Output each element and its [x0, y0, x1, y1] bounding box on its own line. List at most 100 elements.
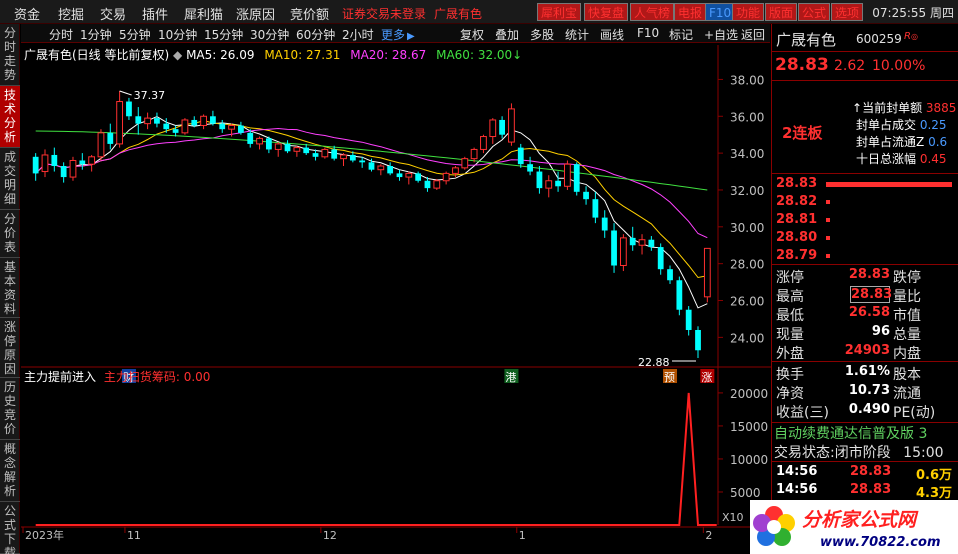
menu-item-limitup-reason[interactable]: 涨原因 [236, 4, 275, 23]
tab-limitup-reason[interactable]: 涨停原因 [0, 318, 20, 378]
draw-button[interactable]: 画线 [600, 26, 624, 43]
stat-label: 外盘 [776, 346, 804, 362]
ma60-value: 32.00 [477, 48, 513, 62]
more-periods[interactable]: 更多 ▶ [381, 26, 415, 43]
period-60min[interactable]: 60分钟 [296, 26, 335, 43]
candle-body [181, 119, 189, 134]
candle-body [340, 154, 347, 160]
bid-volume-bar [826, 218, 830, 222]
candle-body [396, 173, 403, 178]
xilibao-button[interactable]: 犀利宝 [537, 3, 582, 21]
menu-item-trade[interactable]: 交易 [100, 4, 126, 23]
stat-value: 0.490 [848, 402, 890, 417]
candle-body [116, 101, 124, 145]
period-5min[interactable]: 5分钟 [119, 26, 151, 43]
function-button[interactable]: 功能 [732, 3, 765, 21]
telegraph-button[interactable]: 电报 [674, 3, 707, 21]
quick-review-button[interactable]: 快复盘 [584, 3, 629, 21]
bid-price: 28.80 [776, 230, 818, 245]
collapse-icon[interactable]: ◆ [173, 48, 182, 62]
orderbook-row[interactable]: 28.81 [776, 212, 958, 231]
period-10min[interactable]: 10分钟 [158, 26, 197, 43]
stat-label: 净资 [776, 386, 804, 402]
layout-button[interactable]: 版面 [765, 3, 798, 21]
back-button[interactable]: 返回 [741, 26, 765, 43]
login-notice[interactable]: 证券交易未登录 [342, 5, 426, 22]
stat-row: 最低 26.58 市值 [776, 305, 958, 324]
bid-volume-bar [826, 200, 830, 204]
bid-volume-bar [826, 254, 830, 258]
candle-body [368, 162, 375, 170]
stat-label-2: 市值 [893, 308, 921, 324]
tab-intraday[interactable]: 分时走势 [0, 24, 20, 86]
candle-body [154, 118, 160, 124]
period-2hour[interactable]: 2小时 [342, 26, 374, 43]
menu-item-mining[interactable]: 挖掘 [58, 4, 84, 23]
tab-history-auction[interactable]: 历史竞价 [0, 378, 20, 440]
stats-button[interactable]: 统计 [565, 26, 589, 43]
price-change: 2.62 [834, 58, 866, 74]
logo-text: 分析家公式网 [802, 509, 919, 531]
stat-value: 10.73 [848, 383, 890, 398]
formula-button[interactable]: 公式 [798, 3, 831, 21]
f10-button[interactable]: F10 [705, 3, 736, 21]
period-1min[interactable]: 1分钟 [80, 26, 112, 43]
candle-body [527, 164, 533, 172]
orderbook-row[interactable]: 28.83 [776, 176, 958, 195]
candle-body [703, 247, 711, 298]
period-15min[interactable]: 15分钟 [204, 26, 243, 43]
orderbook-row[interactable]: 28.80 [776, 230, 958, 249]
tick-price: 28.83 [850, 464, 892, 479]
f10-tool-button[interactable]: F10 [637, 26, 659, 40]
y-tick-label: 38.00 [730, 73, 764, 87]
menu-item-plugins[interactable]: 插件 [142, 4, 168, 23]
streak-label: 2连板 [782, 124, 823, 142]
period-intraday[interactable]: 分时 [49, 26, 73, 43]
candle-body [685, 309, 692, 330]
candle-body [331, 149, 338, 159]
logo-url: www.70822.com [820, 535, 941, 550]
tab-price-table[interactable]: 分价表 [0, 210, 20, 258]
tab-ticks[interactable]: 成交明细 [0, 148, 20, 210]
candle-body [107, 132, 114, 144]
kline-chart[interactable]: 38.00 36.00 34.00 32.00 30.00 28.00 26.00 24.00… [21, 43, 771, 554]
stat-row: 净资 10.73 流通 [776, 383, 958, 402]
menu-item-xilimao[interactable]: 犀利猫 [184, 4, 223, 23]
popularity-button[interactable]: 人气榜 [630, 3, 675, 21]
candle-body [88, 156, 96, 165]
y-tick-label: 36.00 [730, 110, 764, 124]
stock-name: 广晟有色 [776, 31, 837, 49]
stat-label-2: 股本 [893, 367, 921, 383]
tab-label: 成交明细 [3, 150, 16, 206]
last-price: 28.83 [775, 55, 829, 75]
period-30min[interactable]: 30分钟 [250, 26, 289, 43]
menu-item-auction[interactable]: 竞价额 [290, 4, 329, 23]
stat-row: 外盘 24903 内盘 [776, 343, 958, 362]
adjust-button[interactable]: 复权 [460, 26, 484, 43]
candle-body [387, 166, 394, 174]
tab-formula-download[interactable]: 公式下载 [0, 502, 20, 554]
promo-banner[interactable]: 自动续费通达信普及版 3 [774, 423, 927, 443]
tab-profile[interactable]: 基本资料 [0, 258, 20, 318]
candle-body [638, 239, 646, 246]
overlay-button[interactable]: 叠加 [495, 26, 519, 43]
y-tick-label: 30.00 [730, 221, 764, 235]
tab-concept[interactable]: 概念解析 [0, 440, 20, 502]
orderbook-row[interactable]: 28.82 [776, 194, 958, 213]
more-label: 更多 [381, 28, 406, 42]
candle-body [69, 159, 77, 178]
multi-stock-button[interactable]: 多股 [530, 26, 554, 43]
seal-label: 十日总涨幅 [856, 152, 917, 166]
mark-button[interactable]: 标记 [669, 26, 693, 43]
tab-technical[interactable]: 技术分析 [0, 86, 20, 148]
stock-code: 600259 [856, 32, 902, 46]
add-watchlist-button[interactable]: +自选 [704, 26, 738, 43]
candle-body [349, 154, 356, 161]
tab-label: 基本资料 [3, 260, 16, 316]
candle-body [321, 148, 329, 158]
tick-time: 14:56 [776, 482, 818, 497]
options-button[interactable]: 选项 [831, 3, 864, 21]
candle-body [163, 123, 170, 130]
menu-item-funds[interactable]: 资金 [14, 4, 40, 23]
candle-body [32, 156, 39, 174]
